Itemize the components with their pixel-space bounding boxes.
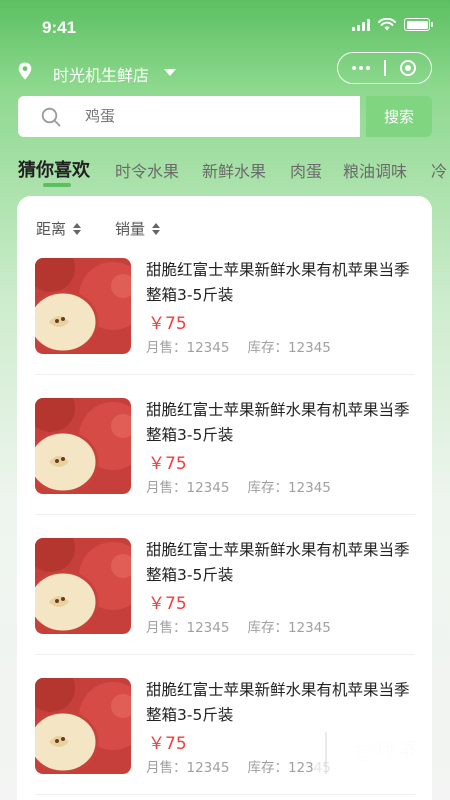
product-image[interactable]	[35, 398, 131, 494]
product-price: ￥75	[148, 314, 187, 334]
divider	[35, 794, 415, 795]
status-bar: 9:41	[0, 0, 450, 48]
divider	[35, 514, 415, 515]
search-button[interactable]: 搜索	[366, 96, 432, 137]
product-title: 甜脆红富士苹果新鲜水果有机苹果当季整箱3-5斤装	[146, 541, 410, 584]
tab-guess-you-like[interactable]: 猜你喜欢	[18, 156, 90, 182]
product-item[interactable]: 甜脆红富士苹果新鲜水果有机苹果当季整箱3-5斤装 ￥75 月售：12345 库存…	[35, 398, 415, 538]
store-name[interactable]: 时光机生鲜店	[53, 62, 149, 86]
apple-image	[35, 398, 131, 494]
sort-distance-label: 距离	[36, 220, 67, 238]
search-icon	[41, 107, 61, 127]
product-image[interactable]	[35, 678, 131, 774]
tab-frozen[interactable]: 冷	[431, 158, 447, 182]
caret-down-icon[interactable]	[164, 69, 176, 76]
status-time: 9:41	[42, 18, 77, 37]
stock-count: 库存：12345	[247, 620, 331, 636]
mini-program-capsule	[337, 52, 432, 84]
product-image[interactable]	[35, 258, 131, 354]
product-price: ￥75	[148, 454, 187, 474]
target-icon[interactable]	[400, 60, 416, 76]
monthly-sales: 月售：12345	[146, 340, 230, 356]
tab-fresh-fruit[interactable]: 新鲜水果	[202, 158, 266, 182]
nav-bar: 时光机生鲜店	[0, 52, 450, 92]
monthly-sales: 月售：12345	[146, 480, 230, 496]
active-tab-indicator	[43, 183, 71, 187]
sort-arrows-icon	[152, 222, 161, 235]
product-meta: 月售：12345 库存：12345	[146, 616, 331, 636]
apple-image	[35, 678, 131, 774]
apple-image	[35, 258, 131, 354]
tab-seasonal-fruit[interactable]: 时令水果	[115, 158, 179, 182]
product-image[interactable]	[35, 538, 131, 634]
apple-image	[35, 538, 131, 634]
product-list-card: 距离 销量 甜脆红富士苹果新鲜水果有机苹果当季整箱3-5斤装 ￥75 月售：12…	[17, 196, 432, 800]
product-price: ￥75	[148, 734, 187, 754]
product-title: 甜脆红富士苹果新鲜水果有机苹果当季整箱3-5斤装	[146, 401, 410, 444]
location-pin-icon[interactable]	[18, 62, 32, 80]
product-meta: 月售：12345 库存：12345	[146, 476, 331, 496]
stock-count: 库存：12345	[247, 340, 331, 356]
stock-count: 库存：12345	[247, 480, 331, 496]
wifi-icon	[378, 18, 396, 31]
category-tabs: 猜你喜欢 时令水果 新鲜水果 肉蛋 粮油调味 冷	[0, 150, 450, 190]
status-icons	[352, 18, 433, 31]
capsule-divider	[384, 60, 386, 76]
battery-icon	[404, 18, 433, 31]
sort-by-sales[interactable]: 销量	[115, 218, 161, 239]
more-dots-icon[interactable]	[352, 66, 370, 70]
product-item[interactable]: 甜脆红富士苹果新鲜水果有机苹果当季整箱3-5斤装 ￥75 月售：12345 库存…	[35, 258, 415, 398]
product-title: 甜脆红富士苹果新鲜水果有机苹果当季整箱3-5斤装	[146, 261, 410, 304]
product-meta: 月售：12345 库存：12345	[146, 336, 331, 356]
search-input[interactable]	[85, 107, 335, 125]
product-price: ￥75	[148, 594, 187, 614]
leaf-logo-icon	[310, 726, 345, 777]
watermark-text: 七叶子	[352, 740, 422, 765]
search-box	[18, 96, 360, 137]
divider	[35, 654, 415, 655]
sort-by-distance[interactable]: 距离	[36, 218, 82, 239]
divider	[35, 374, 415, 375]
cellular-signal-icon	[352, 18, 370, 31]
tab-grain-oil-seasoning[interactable]: 粮油调味	[343, 158, 407, 182]
tab-meat-eggs[interactable]: 肉蛋	[290, 158, 322, 182]
sort-arrows-icon	[73, 222, 82, 235]
monthly-sales: 月售：12345	[146, 760, 230, 776]
product-item[interactable]: 甜脆红富士苹果新鲜水果有机苹果当季整箱3-5斤装 ￥75 月售：12345 库存…	[35, 538, 415, 678]
watermark: 七叶子 7YZ.COM	[300, 720, 440, 790]
watermark-subtext: 7YZ.COM	[360, 764, 418, 777]
sort-sales-label: 销量	[115, 220, 146, 238]
monthly-sales: 月售：12345	[146, 620, 230, 636]
